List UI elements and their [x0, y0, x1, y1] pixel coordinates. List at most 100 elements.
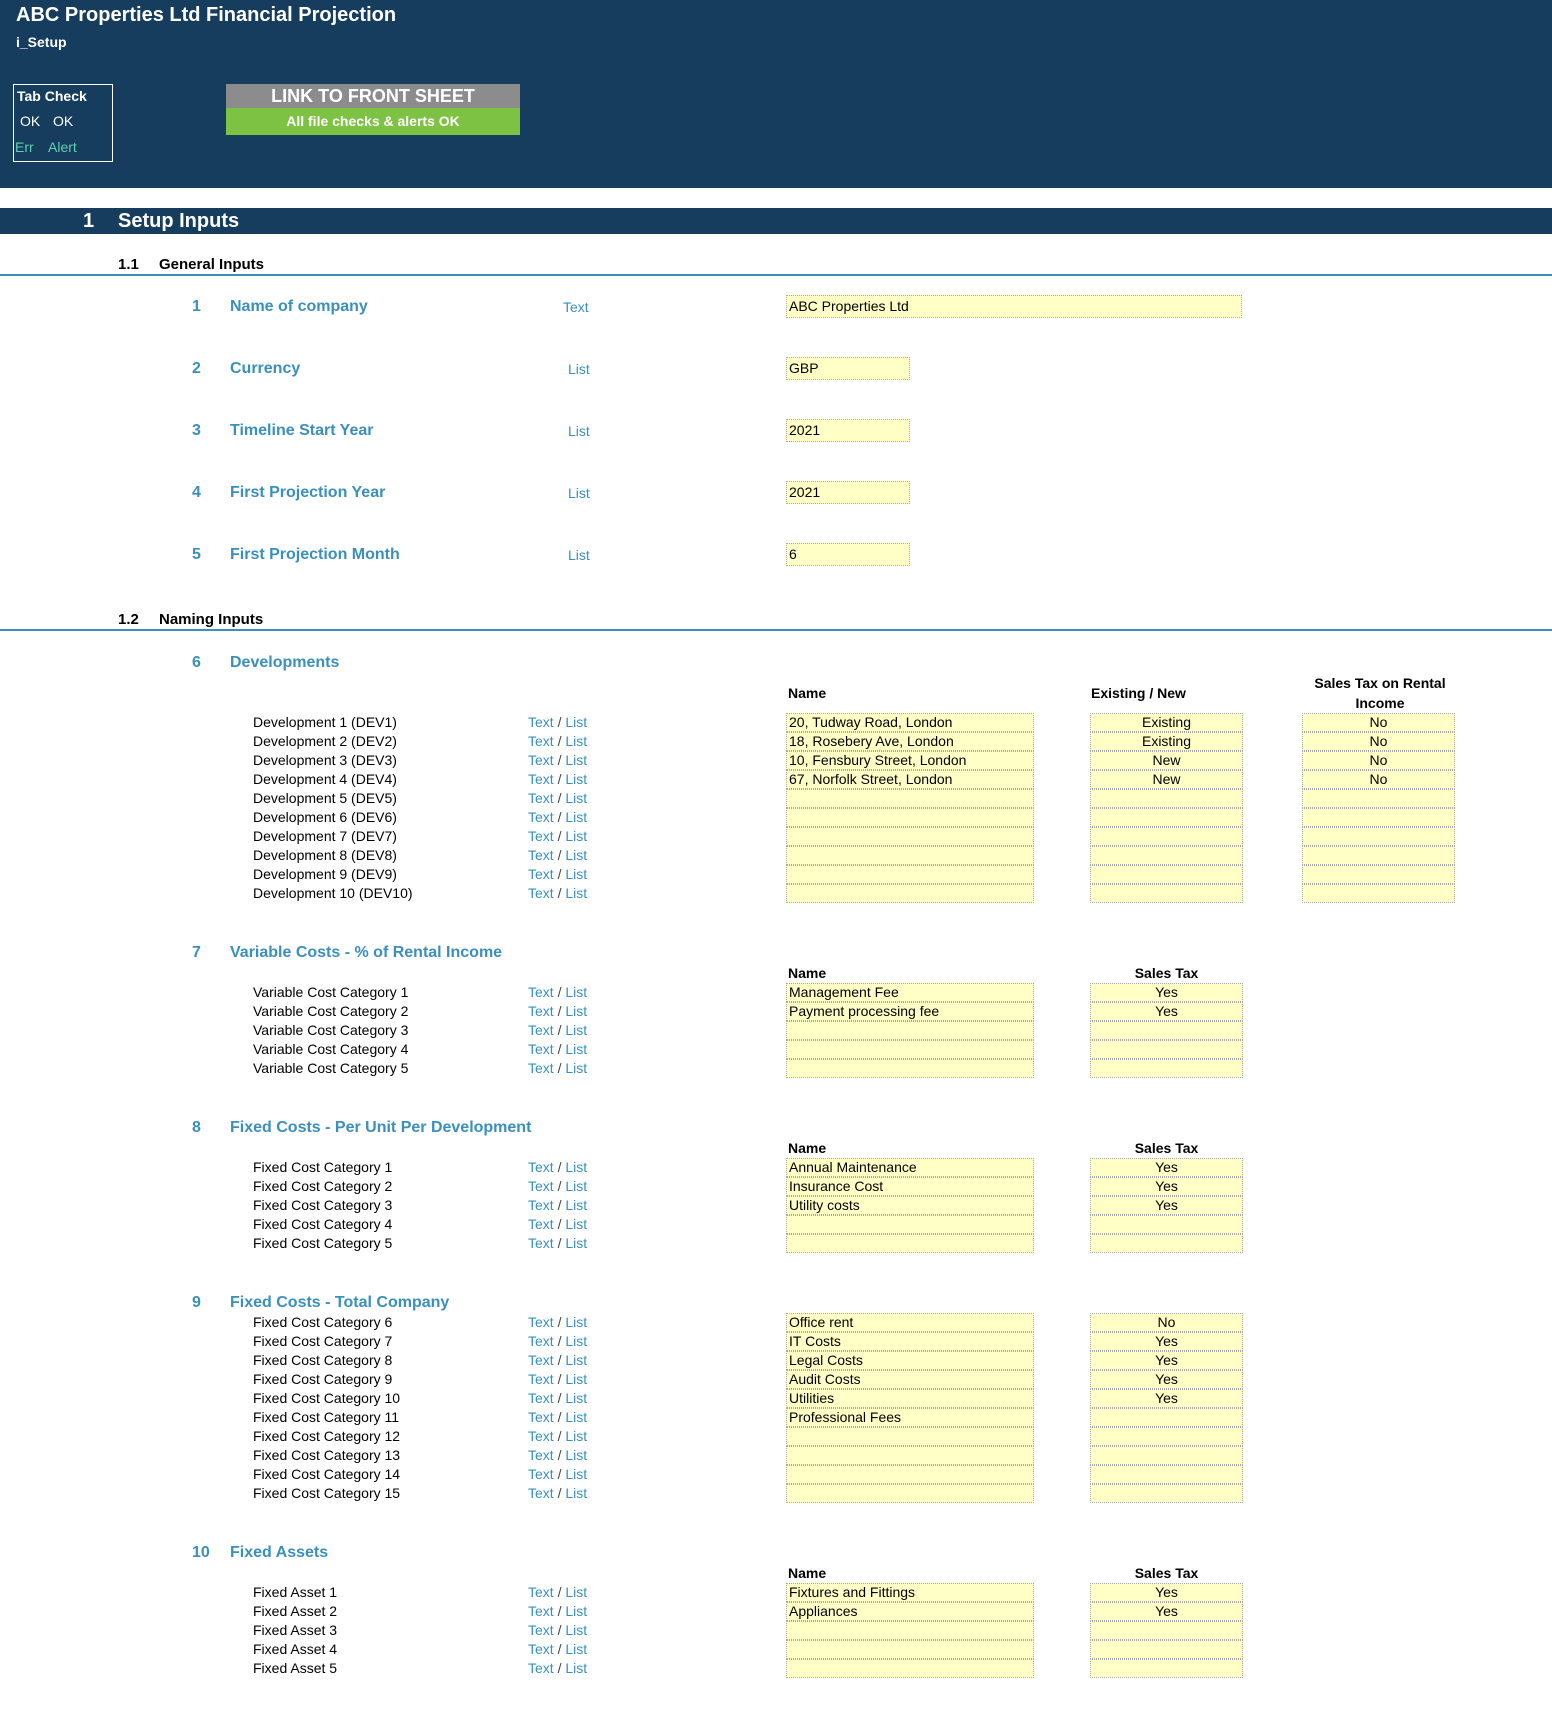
- name-input[interactable]: Insurance Cost: [786, 1177, 1034, 1196]
- sales-tax-select[interactable]: [1090, 1640, 1243, 1659]
- sales-tax-select[interactable]: [1090, 1408, 1243, 1427]
- sales-tax-select[interactable]: [1302, 789, 1455, 808]
- input-type: List: [568, 485, 590, 501]
- sales-tax-select[interactable]: [1090, 1465, 1243, 1484]
- sales-tax-select[interactable]: [1302, 865, 1455, 884]
- type-separator: /: [553, 1352, 566, 1368]
- type-text: Text: [528, 1641, 554, 1657]
- name-input[interactable]: Professional Fees: [786, 1408, 1034, 1427]
- name-input[interactable]: [786, 789, 1034, 808]
- name-input[interactable]: [786, 1427, 1034, 1446]
- existing-new-select[interactable]: [1090, 827, 1243, 846]
- name-input[interactable]: [786, 1059, 1034, 1078]
- sales-tax-select[interactable]: [1090, 1059, 1243, 1078]
- sales-tax-select[interactable]: No: [1302, 732, 1455, 751]
- sales-tax-select[interactable]: [1090, 1659, 1243, 1678]
- sales-tax-select[interactable]: [1090, 1484, 1243, 1503]
- name-input[interactable]: Office rent: [786, 1313, 1034, 1332]
- input-number: 3: [192, 422, 201, 439]
- name-input[interactable]: IT Costs: [786, 1332, 1034, 1351]
- existing-new-select[interactable]: [1090, 808, 1243, 827]
- company-name-input[interactable]: ABC Properties Ltd: [786, 295, 1242, 318]
- sales-tax-select[interactable]: [1090, 1215, 1243, 1234]
- name-input[interactable]: [786, 1446, 1034, 1465]
- name-input[interactable]: [786, 1659, 1034, 1678]
- sales-tax-select[interactable]: [1090, 1446, 1243, 1465]
- name-input[interactable]: 20, Tudway Road, London: [786, 713, 1034, 732]
- name-input[interactable]: [786, 1234, 1034, 1253]
- name-input[interactable]: Appliances: [786, 1602, 1034, 1621]
- name-input[interactable]: Utility costs: [786, 1196, 1034, 1215]
- name-input[interactable]: [786, 808, 1034, 827]
- type-text: Text: [528, 847, 554, 863]
- name-input[interactable]: 67, Norfolk Street, London: [786, 770, 1034, 789]
- name-input[interactable]: Payment processing fee: [786, 1002, 1034, 1021]
- sales-tax-select[interactable]: No: [1302, 713, 1455, 732]
- sales-tax-select[interactable]: [1090, 1021, 1243, 1040]
- existing-new-select[interactable]: New: [1090, 751, 1243, 770]
- name-input[interactable]: [786, 884, 1034, 903]
- name-input[interactable]: Annual Maintenance: [786, 1158, 1034, 1177]
- first-projection-year-input[interactable]: 2021: [786, 481, 910, 504]
- timeline-start-year-input[interactable]: 2021: [786, 419, 910, 442]
- row-label: Fixed Cost Category 9: [253, 1371, 393, 1387]
- existing-new-select[interactable]: Existing: [1090, 713, 1243, 732]
- name-input[interactable]: [786, 865, 1034, 884]
- sales-tax-select[interactable]: Yes: [1090, 1370, 1243, 1389]
- sales-tax-select[interactable]: No: [1302, 770, 1455, 789]
- sales-tax-select[interactable]: [1090, 1234, 1243, 1253]
- type-text: Text: [528, 752, 554, 768]
- sales-tax-select[interactable]: Yes: [1090, 983, 1243, 1002]
- sales-tax-select[interactable]: [1090, 1040, 1243, 1059]
- name-input[interactable]: [786, 1040, 1034, 1059]
- name-input[interactable]: 18, Rosebery Ave, London: [786, 732, 1034, 751]
- name-input[interactable]: [786, 1484, 1034, 1503]
- sales-tax-select[interactable]: [1302, 808, 1455, 827]
- type-text: Text: [528, 1197, 554, 1213]
- sales-tax-select[interactable]: [1302, 827, 1455, 846]
- existing-new-select[interactable]: [1090, 865, 1243, 884]
- existing-new-select[interactable]: [1090, 789, 1243, 808]
- sales-tax-select[interactable]: Yes: [1090, 1351, 1243, 1370]
- sales-tax-select[interactable]: [1090, 1621, 1243, 1640]
- sales-tax-select[interactable]: [1302, 846, 1455, 865]
- name-input[interactable]: Legal Costs: [786, 1351, 1034, 1370]
- name-input[interactable]: Fixtures and Fittings: [786, 1583, 1034, 1602]
- name-input[interactable]: Utilities: [786, 1389, 1034, 1408]
- sales-tax-select[interactable]: Yes: [1090, 1389, 1243, 1408]
- sales-tax-select[interactable]: Yes: [1090, 1002, 1243, 1021]
- subsection-divider: [0, 274, 1552, 276]
- existing-new-select[interactable]: [1090, 846, 1243, 865]
- type-list: List: [565, 1371, 588, 1387]
- sales-tax-select[interactable]: Yes: [1090, 1583, 1243, 1602]
- sales-tax-select[interactable]: Yes: [1090, 1196, 1243, 1215]
- input-label: Currency: [230, 360, 301, 377]
- sales-tax-select[interactable]: Yes: [1090, 1158, 1243, 1177]
- type-list: List: [565, 1314, 588, 1330]
- sales-tax-select[interactable]: Yes: [1090, 1332, 1243, 1351]
- name-input[interactable]: Audit Costs: [786, 1370, 1034, 1389]
- name-input[interactable]: [786, 1640, 1034, 1659]
- type-text: Text: [528, 984, 554, 1000]
- first-projection-month-input[interactable]: 6: [786, 543, 910, 566]
- link-to-front-sheet-button[interactable]: LINK TO FRONT SHEET: [226, 84, 520, 108]
- sales-tax-select[interactable]: [1090, 1427, 1243, 1446]
- name-input[interactable]: Management Fee: [786, 983, 1034, 1002]
- subsection-number-general: 1.1: [118, 256, 139, 273]
- name-input[interactable]: [786, 1621, 1034, 1640]
- name-input[interactable]: 10, Fensbury Street, London: [786, 751, 1034, 770]
- sales-tax-select[interactable]: Yes: [1090, 1177, 1243, 1196]
- currency-input[interactable]: GBP: [786, 357, 910, 380]
- sales-tax-select[interactable]: [1302, 884, 1455, 903]
- sales-tax-select[interactable]: No: [1302, 751, 1455, 770]
- sales-tax-select[interactable]: Yes: [1090, 1602, 1243, 1621]
- existing-new-select[interactable]: [1090, 884, 1243, 903]
- name-input[interactable]: [786, 1215, 1034, 1234]
- name-input[interactable]: [786, 1021, 1034, 1040]
- name-input[interactable]: [786, 1465, 1034, 1484]
- existing-new-select[interactable]: New: [1090, 770, 1243, 789]
- name-input[interactable]: [786, 846, 1034, 865]
- name-input[interactable]: [786, 827, 1034, 846]
- existing-new-select[interactable]: Existing: [1090, 732, 1243, 751]
- sales-tax-select[interactable]: No: [1090, 1313, 1243, 1332]
